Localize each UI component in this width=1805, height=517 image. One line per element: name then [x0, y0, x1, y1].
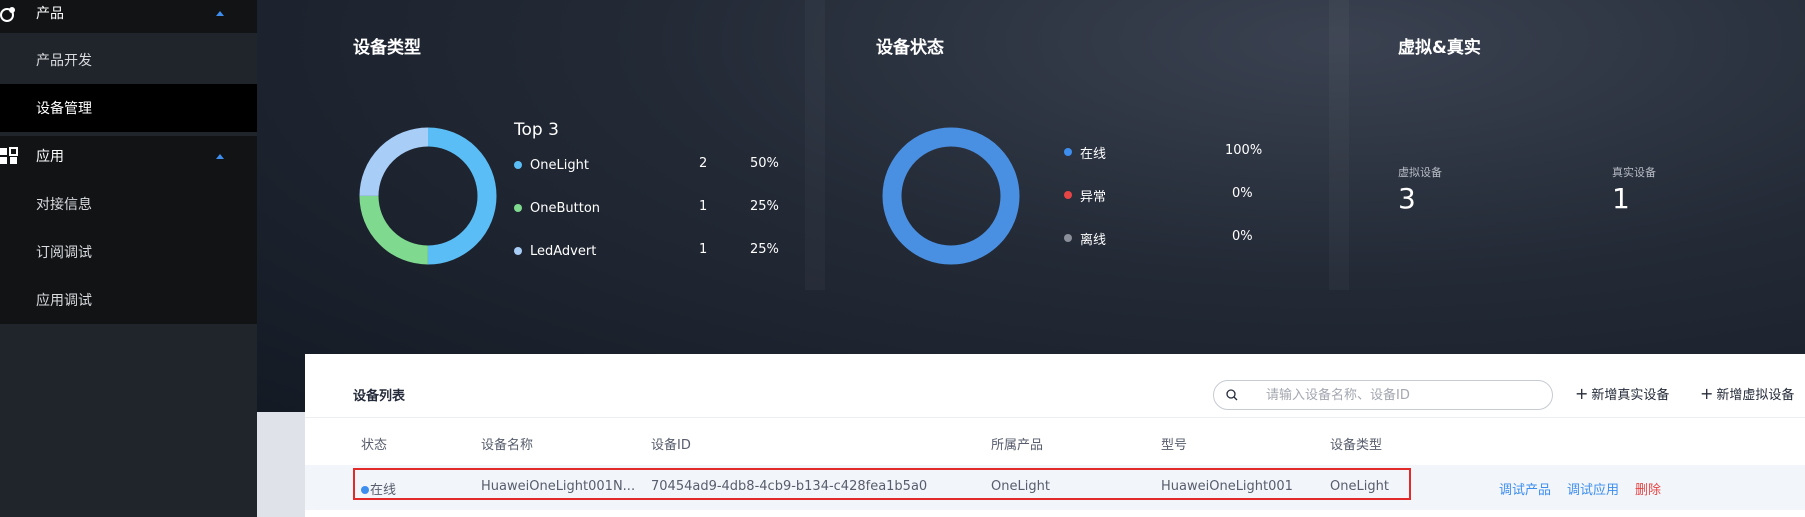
dashboard: 设备类型 Top 3 OneLight 2 50% OneButton 1 25…	[257, 0, 1805, 412]
column-header-device-type: 设备类型	[1330, 438, 1383, 453]
row-status: 在线	[361, 479, 396, 498]
sidebar-group-app[interactable]: 应用	[0, 136, 257, 176]
row-status-text: 在线	[370, 483, 397, 498]
product-icon	[0, 7, 15, 22]
legend-percent: 100%	[1225, 143, 1263, 158]
legend-count: 1	[699, 199, 708, 214]
row-device-type: OneLight	[1330, 479, 1389, 494]
virtual-real-title: 虚拟&真实	[1398, 38, 1481, 58]
plus-icon: +	[1700, 383, 1714, 403]
column-header-model: 型号	[1161, 438, 1188, 453]
legend-name: 在线	[1080, 146, 1107, 162]
sidebar: 产品 产品开发 设备管理 应用 对接信息 订阅调试 应用调试	[0, 0, 257, 517]
column-header-product: 所属产品	[991, 438, 1044, 453]
device-status-title: 设备状态	[876, 38, 944, 58]
sidebar-item-subscription-debug[interactable]: 订阅调试	[0, 228, 257, 276]
add-real-device-button[interactable]: + 新增真实设备	[1575, 384, 1669, 403]
column-header-status: 状态	[361, 438, 388, 453]
legend-item: LedAdvert	[514, 242, 596, 260]
sidebar-item-integration-info[interactable]: 对接信息	[0, 180, 257, 228]
add-virtual-device-button[interactable]: + 新增虚拟设备	[1700, 384, 1794, 403]
legend-item: 异常	[1064, 186, 1107, 205]
legend-name: 异常	[1080, 189, 1107, 205]
sidebar-group-product[interactable]: 产品	[0, 0, 257, 33]
content-background	[257, 412, 305, 517]
legend-dot	[1064, 191, 1072, 199]
sidebar-item-device-management[interactable]: 设备管理	[0, 84, 257, 132]
device-list-card: 设备列表 + 新增真实设备 + 新增虚拟设备 状态 设备名称 设备ID 所属产品…	[305, 354, 1805, 517]
sidebar-item-label: 应用调试	[36, 293, 92, 309]
status-online-dot	[361, 485, 369, 494]
legend-name: LedAdvert	[530, 243, 597, 259]
legend-percent: 50%	[750, 156, 779, 171]
sidebar-item-label: 对接信息	[36, 197, 92, 213]
legend-dot	[514, 247, 522, 255]
debug-app-link[interactable]: 调试应用	[1567, 479, 1619, 498]
sidebar-item-label: 产品开发	[36, 53, 92, 69]
legend-item: OneLight	[514, 156, 589, 174]
add-virtual-device-label: 新增虚拟设备	[1716, 388, 1795, 403]
sidebar-group-label: 产品	[36, 6, 64, 22]
device-type-donut	[359, 127, 497, 265]
legend-percent: 0%	[1232, 229, 1253, 244]
legend-dot	[1064, 148, 1072, 156]
virtual-device-label: 虚拟设备	[1398, 166, 1442, 179]
top3-legend-title: Top 3	[514, 120, 559, 140]
row-device-name: HuaweiOneLight001N...	[481, 479, 636, 494]
search-icon	[1226, 389, 1238, 401]
sidebar-item-label: 设备管理	[36, 101, 92, 117]
legend-dot	[1064, 234, 1072, 242]
donut-slice-online	[882, 127, 1020, 265]
row-device-id: 70454ad9-4db8-4cb9-b134-c428fea1b5a0	[651, 479, 928, 494]
sidebar-group-label: 应用	[36, 149, 64, 165]
search-input[interactable]	[1266, 386, 1536, 404]
legend-percent: 25%	[750, 242, 779, 257]
legend-name: OneButton	[530, 200, 601, 216]
legend-percent: 0%	[1232, 186, 1253, 201]
device-type-title: 设备类型	[353, 38, 421, 58]
chevron-up-icon	[216, 10, 224, 16]
legend-item: 离线	[1064, 229, 1107, 248]
legend-name: 离线	[1080, 232, 1107, 248]
table-row[interactable]: 在线 HuaweiOneLight001N... 70454ad9-4db8-4…	[305, 465, 1805, 510]
column-header-device-name: 设备名称	[481, 438, 534, 453]
app-grid-icon	[0, 147, 18, 164]
sidebar-item-app-debug[interactable]: 应用调试	[0, 276, 257, 324]
legend-count: 1	[699, 242, 708, 257]
device-status-donut	[882, 127, 1020, 265]
legend-percent: 25%	[750, 199, 779, 214]
sidebar-item-product-dev[interactable]: 产品开发	[0, 36, 257, 84]
panel-divider	[805, 0, 825, 290]
sidebar-item-label: 订阅调试	[36, 245, 92, 261]
legend-item: OneButton	[514, 199, 600, 217]
real-device-label: 真实设备	[1612, 166, 1656, 179]
plus-icon: +	[1575, 383, 1589, 403]
row-model: HuaweiOneLight001	[1161, 479, 1293, 494]
add-real-device-label: 新增真实设备	[1591, 388, 1670, 403]
device-search-box[interactable]	[1213, 380, 1553, 410]
row-product: OneLight	[991, 479, 1050, 494]
panel-divider	[1329, 0, 1349, 290]
virtual-device-count: 3	[1398, 182, 1416, 215]
delete-link[interactable]: 删除	[1635, 479, 1661, 498]
device-list-title: 设备列表	[353, 389, 406, 404]
legend-dot	[514, 204, 522, 212]
column-header-device-id: 设备ID	[651, 438, 691, 453]
legend-name: OneLight	[530, 157, 589, 173]
debug-product-link[interactable]: 调试产品	[1499, 479, 1551, 498]
real-device-count: 1	[1612, 182, 1630, 215]
legend-dot	[514, 161, 522, 169]
chevron-up-icon	[216, 153, 224, 159]
table-divider	[305, 417, 1805, 418]
legend-item: 在线	[1064, 143, 1107, 162]
legend-count: 2	[699, 156, 708, 171]
